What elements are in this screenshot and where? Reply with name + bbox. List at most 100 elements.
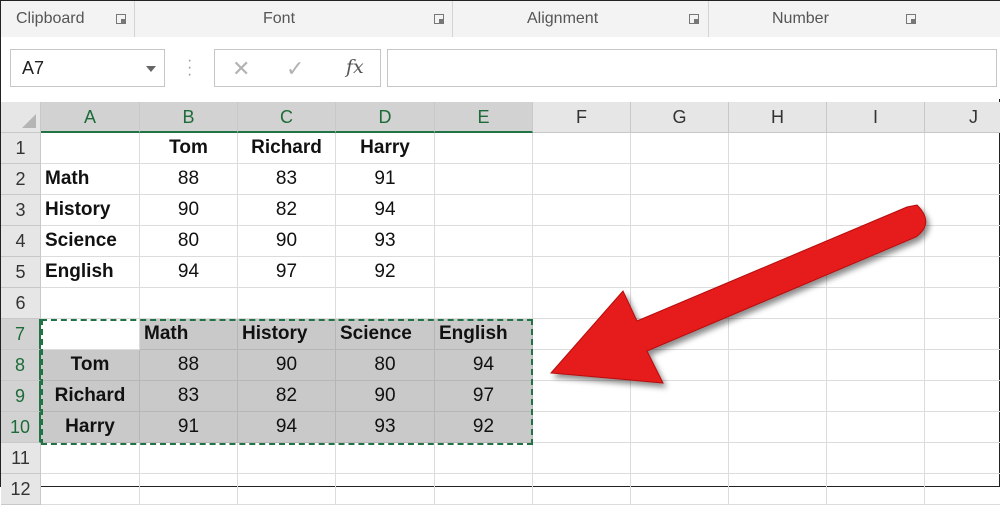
cell-d7[interactable]: Science: [336, 319, 435, 350]
cell-a4[interactable]: Science: [41, 226, 140, 257]
cell-b5[interactable]: 94: [140, 257, 238, 288]
select-all-button[interactable]: [1, 102, 41, 133]
cell-f4[interactable]: [533, 226, 631, 257]
cell-f3[interactable]: [533, 195, 631, 226]
row-header-8[interactable]: 8: [1, 350, 41, 381]
row-header-7[interactable]: 7: [1, 319, 41, 350]
cell-c3[interactable]: 82: [238, 195, 336, 226]
column-header-b[interactable]: B: [140, 102, 238, 133]
column-header-f[interactable]: F: [533, 102, 631, 133]
cell-i7[interactable]: [827, 319, 925, 350]
cell-a2[interactable]: Math: [41, 164, 140, 195]
cell-h1[interactable]: [729, 133, 827, 164]
cell-i10[interactable]: [827, 412, 925, 443]
cell-j1[interactable]: [925, 133, 1000, 164]
cell-i5[interactable]: [827, 257, 925, 288]
cell-e2[interactable]: [435, 164, 533, 195]
column-header-g[interactable]: G: [631, 102, 729, 133]
cell-a1[interactable]: [41, 133, 140, 164]
cell-b9[interactable]: 83: [140, 381, 238, 412]
alignment-dialog-launcher-icon[interactable]: [689, 14, 699, 24]
cell-g1[interactable]: [631, 133, 729, 164]
cell-i2[interactable]: [827, 164, 925, 195]
cell-e8[interactable]: 94: [435, 350, 533, 381]
cell-h12[interactable]: [729, 474, 827, 505]
cell-h3[interactable]: [729, 195, 827, 226]
cell-g4[interactable]: [631, 226, 729, 257]
cell-f5[interactable]: [533, 257, 631, 288]
cell-c5[interactable]: 97: [238, 257, 336, 288]
row-header-11[interactable]: 11: [1, 443, 41, 474]
cell-h8[interactable]: [729, 350, 827, 381]
cell-b2[interactable]: 88: [140, 164, 238, 195]
cell-f9[interactable]: [533, 381, 631, 412]
name-box[interactable]: A7: [10, 49, 165, 87]
row-header-2[interactable]: 2: [1, 164, 41, 195]
cell-d2[interactable]: 91: [336, 164, 435, 195]
row-header-10[interactable]: 10: [1, 412, 41, 443]
cell-g7[interactable]: [631, 319, 729, 350]
column-header-c[interactable]: C: [238, 102, 336, 133]
cell-g5[interactable]: [631, 257, 729, 288]
cell-c10[interactable]: 94: [238, 412, 336, 443]
cell-e10[interactable]: 92: [435, 412, 533, 443]
chevron-down-icon[interactable]: [146, 66, 156, 72]
cell-c9[interactable]: 82: [238, 381, 336, 412]
row-header-5[interactable]: 5: [1, 257, 41, 288]
cell-j8[interactable]: [925, 350, 1000, 381]
cell-h11[interactable]: [729, 443, 827, 474]
cell-b8[interactable]: 88: [140, 350, 238, 381]
cell-j12[interactable]: [925, 474, 1000, 505]
cell-j4[interactable]: [925, 226, 1000, 257]
cell-a7[interactable]: [41, 319, 140, 350]
cell-a9[interactable]: Richard: [41, 381, 140, 412]
row-header-3[interactable]: 3: [1, 195, 41, 226]
cell-d5[interactable]: 92: [336, 257, 435, 288]
column-header-a[interactable]: A: [41, 102, 140, 133]
cell-g6[interactable]: [631, 288, 729, 319]
formula-input[interactable]: [387, 49, 997, 87]
cell-b10[interactable]: 91: [140, 412, 238, 443]
cell-j10[interactable]: [925, 412, 1000, 443]
cell-b11[interactable]: [140, 443, 238, 474]
cell-h4[interactable]: [729, 226, 827, 257]
cell-g3[interactable]: [631, 195, 729, 226]
cell-a5[interactable]: English: [41, 257, 140, 288]
cell-j9[interactable]: [925, 381, 1000, 412]
cell-b3[interactable]: 90: [140, 195, 238, 226]
column-header-j[interactable]: J: [925, 102, 1000, 133]
cell-e3[interactable]: [435, 195, 533, 226]
cell-i4[interactable]: [827, 226, 925, 257]
font-dialog-launcher-icon[interactable]: [434, 14, 444, 24]
cell-d3[interactable]: 94: [336, 195, 435, 226]
cell-a3[interactable]: History: [41, 195, 140, 226]
cell-f12[interactable]: [533, 474, 631, 505]
cell-e11[interactable]: [435, 443, 533, 474]
number-dialog-launcher-icon[interactable]: [906, 14, 916, 24]
row-header-1[interactable]: 1: [1, 133, 41, 164]
column-header-h[interactable]: H: [729, 102, 827, 133]
cell-d4[interactable]: 93: [336, 226, 435, 257]
cell-j7[interactable]: [925, 319, 1000, 350]
cell-e6[interactable]: [435, 288, 533, 319]
cell-f1[interactable]: [533, 133, 631, 164]
cell-h5[interactable]: [729, 257, 827, 288]
cell-h6[interactable]: [729, 288, 827, 319]
cell-d6[interactable]: [336, 288, 435, 319]
cell-i8[interactable]: [827, 350, 925, 381]
cell-c2[interactable]: 83: [238, 164, 336, 195]
worksheet-grid[interactable]: A B C D E F G H I J 1 Tom Richard Harry 2 Math 88 83 91 3 Hi…: [1, 102, 1000, 505]
cell-i1[interactable]: [827, 133, 925, 164]
row-header-6[interactable]: 6: [1, 288, 41, 319]
cell-f8[interactable]: [533, 350, 631, 381]
cell-a10[interactable]: Harry: [41, 412, 140, 443]
row-header-4[interactable]: 4: [1, 226, 41, 257]
cell-j2[interactable]: [925, 164, 1000, 195]
cell-d1[interactable]: Harry: [336, 133, 435, 164]
cell-a11[interactable]: [41, 443, 140, 474]
cell-g11[interactable]: [631, 443, 729, 474]
cell-g12[interactable]: [631, 474, 729, 505]
cell-e4[interactable]: [435, 226, 533, 257]
cell-c6[interactable]: [238, 288, 336, 319]
cell-j3[interactable]: [925, 195, 1000, 226]
